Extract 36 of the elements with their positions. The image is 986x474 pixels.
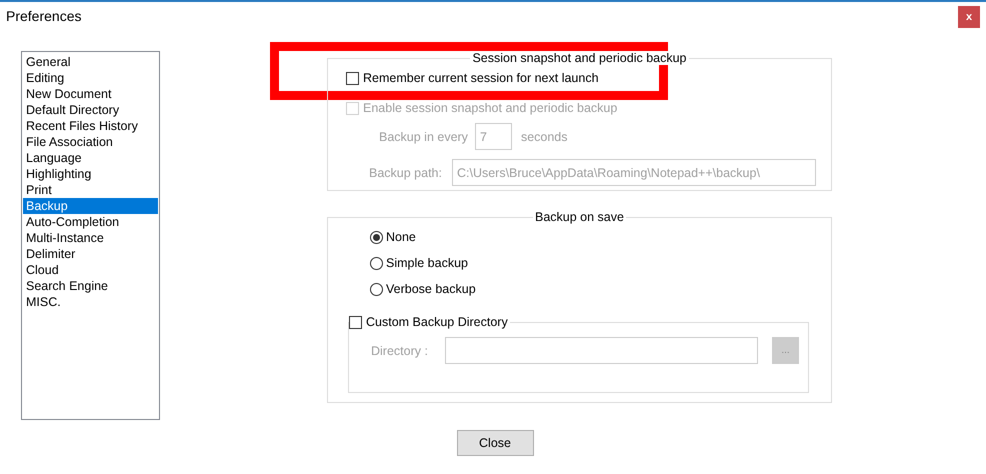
category-item[interactable]: General: [23, 54, 158, 70]
category-item[interactable]: Default Directory: [23, 102, 158, 118]
radio-label: None: [386, 230, 416, 244]
unit-label: seconds: [520, 130, 568, 144]
checkbox-label: Remember current session for next launch: [363, 71, 599, 85]
radio-button[interactable]: [370, 256, 383, 270]
checkbox[interactable]: [349, 316, 362, 328]
field-label: Directory :: [371, 344, 429, 358]
close-dialog-button[interactable]: Close: [456, 430, 534, 456]
group-title: Backup on save: [533, 210, 626, 224]
category-item[interactable]: Backup: [23, 198, 158, 214]
radio-button[interactable]: [370, 282, 383, 296]
category-item[interactable]: New Document: [23, 86, 158, 102]
category-item[interactable]: Editing: [23, 70, 158, 86]
field-label: Backup path:: [369, 166, 442, 180]
radio-label: Verbose backup: [386, 282, 476, 296]
category-item[interactable]: Print: [23, 182, 158, 198]
category-item[interactable]: Highlighting: [23, 166, 158, 182]
radio-label: Simple backup: [386, 256, 468, 270]
checkbox-label: Custom Backup Directory: [366, 315, 508, 329]
field-label: Backup in every: [379, 130, 468, 144]
radio-button[interactable]: [370, 230, 383, 244]
category-item[interactable]: Search Engine: [23, 278, 158, 294]
window-title: Preferences: [6, 8, 82, 24]
group-title: Session snapshot and periodic backup: [470, 51, 689, 65]
category-item[interactable]: Cloud: [23, 262, 158, 278]
checkbox-label: Enable session snapshot and periodic backup: [363, 101, 618, 115]
window-close-button[interactable]: x: [958, 6, 980, 28]
category-item[interactable]: File Association: [23, 134, 158, 150]
category-item[interactable]: Language: [23, 150, 158, 166]
category-item[interactable]: Recent Files History: [23, 118, 158, 134]
category-item[interactable]: Multi-Instance: [23, 230, 158, 246]
checkbox[interactable]: [346, 72, 359, 84]
category-item[interactable]: MISC.: [23, 294, 158, 310]
category-item[interactable]: Auto-Completion: [23, 214, 158, 230]
category-item[interactable]: Delimiter: [23, 246, 158, 262]
